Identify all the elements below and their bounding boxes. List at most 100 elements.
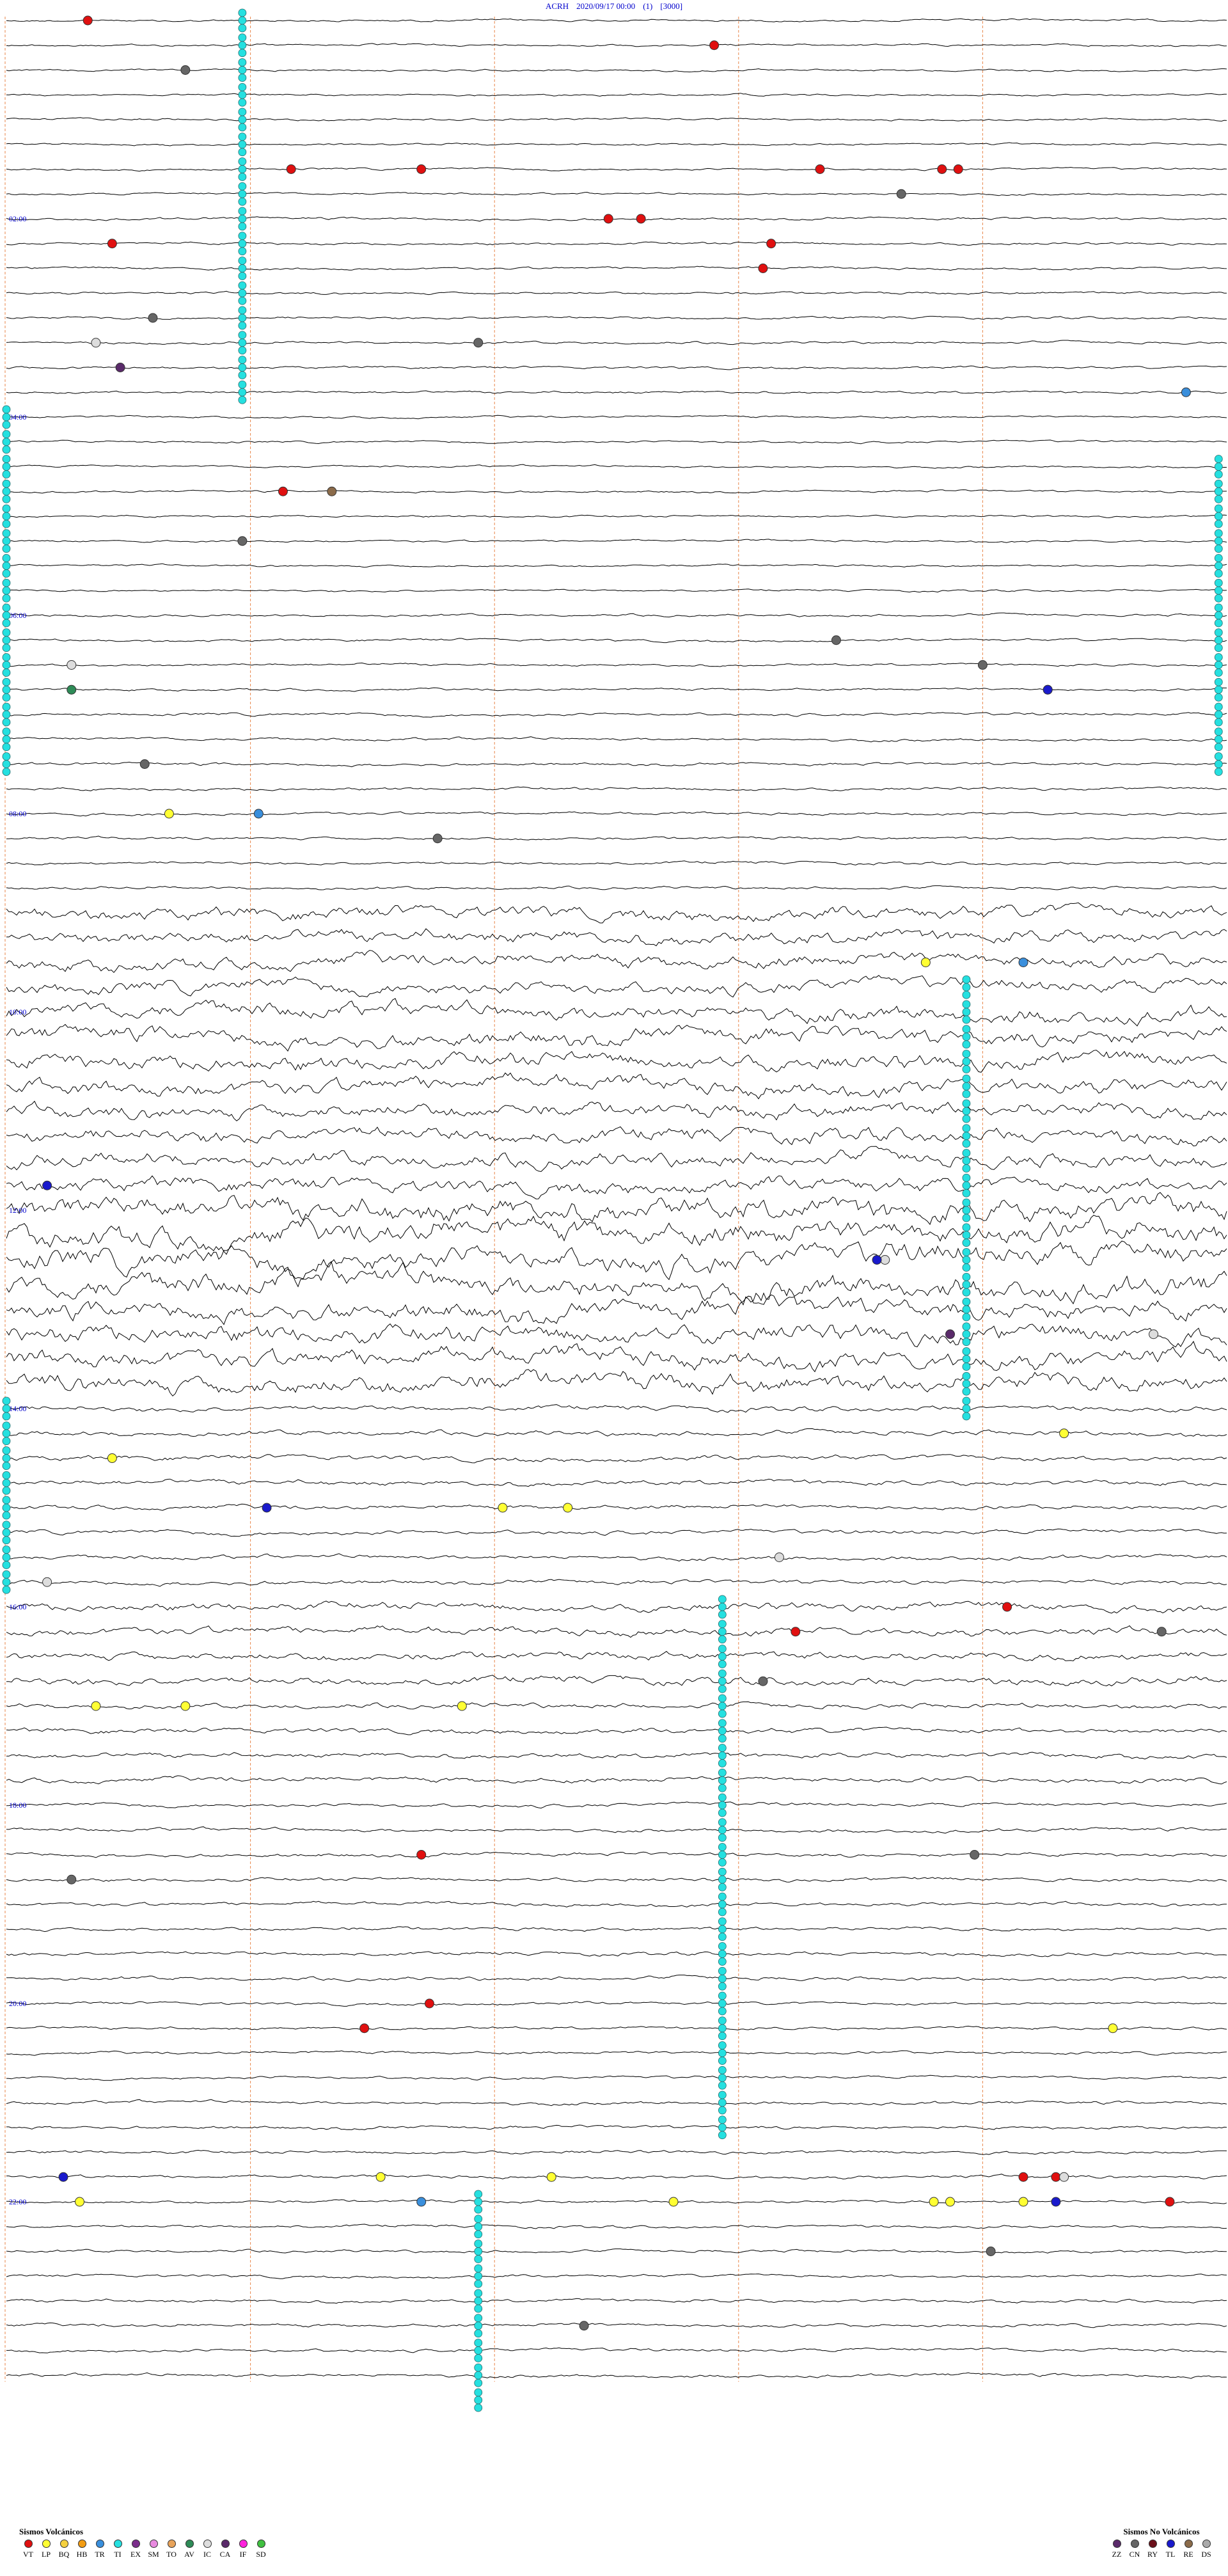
ti-marker-col5-row67-1 bbox=[718, 1677, 727, 1686]
ti-marker-col5-row69-0 bbox=[718, 1719, 727, 1728]
ti-marker-col0-row1-1 bbox=[238, 41, 247, 50]
ti-marker-col5-row72-2 bbox=[718, 1808, 727, 1817]
event-marker-tl-70 bbox=[1051, 2197, 1061, 2207]
ti-marker-col3-row42-1 bbox=[962, 1057, 971, 1066]
ti-marker-col6-row92-0 bbox=[474, 2289, 483, 2298]
ti-marker-col3-row45-2 bbox=[962, 1139, 971, 1148]
ti-marker-col2-row18-1 bbox=[1214, 462, 1223, 471]
seismic-trace-07-0 bbox=[6, 712, 1227, 718]
event-marker-lp-29 bbox=[457, 1701, 467, 1711]
ti-marker-col3-row55-0 bbox=[962, 1371, 971, 1380]
ti-marker-col4-row56-1 bbox=[2, 1404, 11, 1413]
ti-marker-col4-row62-2 bbox=[2, 1561, 11, 1569]
ti-marker-col0-row0-0 bbox=[238, 8, 247, 17]
ti-marker-col3-row51-2 bbox=[962, 1288, 971, 1297]
volcanic-legend-label-vt: VT bbox=[23, 2550, 33, 2559]
ti-marker-col5-row78-0 bbox=[718, 1942, 727, 1950]
seismic-trace-04-3 bbox=[6, 489, 1227, 494]
event-marker-cn-53 bbox=[473, 338, 484, 348]
seismic-trace-03-3 bbox=[6, 390, 1227, 395]
ti-marker-col1-row29-0 bbox=[2, 727, 11, 736]
ti-marker-col3-row49-2 bbox=[962, 1238, 971, 1247]
seismic-trace-00-1 bbox=[6, 43, 1227, 47]
ti-marker-col0-row6-1 bbox=[238, 165, 247, 173]
ti-marker-col0-row1-2 bbox=[238, 49, 247, 58]
ti-marker-col3-row45-1 bbox=[962, 1132, 971, 1141]
ti-marker-col0-row10-1 bbox=[238, 264, 247, 273]
event-marker-tr-40 bbox=[1018, 958, 1028, 967]
seismic-trace-18-2 bbox=[6, 1851, 1227, 1858]
ti-marker-col1-row22-2 bbox=[2, 569, 11, 578]
ti-marker-col1-row28-2 bbox=[2, 718, 11, 727]
volcanic-legend-item-ic: IC bbox=[198, 2540, 216, 2559]
ti-marker-col2-row18-0 bbox=[1214, 455, 1223, 463]
ti-marker-col2-row25-0 bbox=[1214, 628, 1223, 637]
ti-marker-col5-row81-0 bbox=[718, 2016, 727, 2025]
seismic-trace-10-2 bbox=[6, 1050, 1227, 1073]
nonvolcanic-legend-dot-zz bbox=[1112, 2540, 1121, 2548]
ti-marker-col5-row73-0 bbox=[718, 1818, 727, 1827]
nonvolcanic-legend-label-ds: DS bbox=[1201, 2550, 1211, 2559]
event-marker-vt-10 bbox=[766, 239, 776, 249]
volcanic-legend-dot-hb bbox=[77, 2540, 86, 2548]
ti-marker-col5-row68-0 bbox=[718, 1694, 727, 1703]
ti-marker-col1-row26-0 bbox=[2, 653, 11, 661]
seismic-trace-08-2 bbox=[6, 860, 1227, 865]
event-marker-ic-49 bbox=[67, 660, 77, 670]
event-marker-vt-9 bbox=[107, 239, 117, 249]
ti-marker-col1-row24-2 bbox=[2, 619, 11, 628]
ti-marker-col2-row22-1 bbox=[1214, 562, 1223, 570]
hour-label-0400: 04:00 bbox=[9, 413, 26, 422]
nonvolcanic-legend-item-ds: DS bbox=[1197, 2540, 1215, 2559]
ti-marker-col5-row81-1 bbox=[718, 2024, 727, 2033]
ti-marker-col0-row9-1 bbox=[238, 239, 247, 248]
ti-marker-col5-row66-1 bbox=[718, 1652, 727, 1661]
hour-label-0600: 06:00 bbox=[9, 611, 26, 620]
ti-marker-col2-row30-2 bbox=[1214, 768, 1223, 776]
seismic-trace-08-0 bbox=[6, 811, 1227, 817]
seismic-trace-15-3 bbox=[6, 1579, 1227, 1587]
event-marker-vt-19 bbox=[1051, 2172, 1061, 2182]
ti-marker-col6-row90-1 bbox=[474, 2247, 483, 2256]
seismic-trace-11-2 bbox=[6, 1146, 1227, 1173]
seismic-trace-09-1 bbox=[6, 928, 1227, 947]
seismic-trace-16-3 bbox=[6, 1675, 1227, 1687]
seismic-trace-05-3 bbox=[6, 589, 1227, 593]
seismic-trace-15-1 bbox=[6, 1528, 1227, 1537]
ti-marker-col3-row43-2 bbox=[962, 1089, 971, 1098]
seismic-trace-23-3 bbox=[6, 2372, 1227, 2379]
ti-marker-col4-row61-2 bbox=[2, 1536, 11, 1545]
event-marker-ic-48 bbox=[1059, 2172, 1069, 2182]
ti-marker-col1-row19-1 bbox=[2, 487, 11, 496]
seismic-trace-12-3 bbox=[6, 1261, 1227, 1306]
event-marker-tl-68 bbox=[262, 1503, 272, 1513]
ti-marker-col4-row56-2 bbox=[2, 1412, 11, 1421]
ti-marker-col1-row29-1 bbox=[2, 735, 11, 744]
ti-marker-col3-row45-0 bbox=[962, 1124, 971, 1133]
ti-marker-col3-row39-2 bbox=[962, 990, 971, 999]
ti-marker-col5-row79-2 bbox=[718, 1982, 727, 1991]
event-marker-cn-57 bbox=[139, 759, 150, 769]
ti-marker-col6-row96-2 bbox=[474, 2403, 483, 2412]
ti-marker-col3-row50-2 bbox=[962, 1263, 971, 1272]
event-marker-cn-56 bbox=[977, 660, 988, 670]
ti-marker-col2-row18-2 bbox=[1214, 470, 1223, 478]
volcanic-legend-label-tr: TR bbox=[95, 2550, 105, 2559]
hour-label-0200: 02:00 bbox=[9, 214, 26, 223]
ti-marker-col6-row89-1 bbox=[474, 2222, 483, 2231]
ti-marker-col3-row42-0 bbox=[962, 1050, 971, 1058]
ti-marker-col0-row11-0 bbox=[238, 281, 247, 290]
ti-marker-col0-row0-2 bbox=[238, 24, 247, 33]
seismic-trace-13-3 bbox=[6, 1369, 1227, 1397]
ti-marker-col0-row4-1 bbox=[238, 115, 247, 124]
event-marker-cn-64 bbox=[579, 2321, 589, 2331]
seismic-trace-14-0 bbox=[6, 1404, 1227, 1413]
ti-marker-col1-row19-2 bbox=[2, 494, 11, 503]
ti-marker-col5-row68-1 bbox=[718, 1702, 727, 1711]
ti-marker-col5-row72-1 bbox=[718, 1801, 727, 1810]
volcanic-legend-label-if: IF bbox=[239, 2550, 247, 2559]
volcanic-legend-label-sd: SD bbox=[256, 2550, 266, 2559]
ti-marker-col3-row48-2 bbox=[962, 1213, 971, 1222]
ti-marker-col0-row11-2 bbox=[238, 296, 247, 305]
volcanic-legend-label-ex: EX bbox=[130, 2550, 141, 2559]
